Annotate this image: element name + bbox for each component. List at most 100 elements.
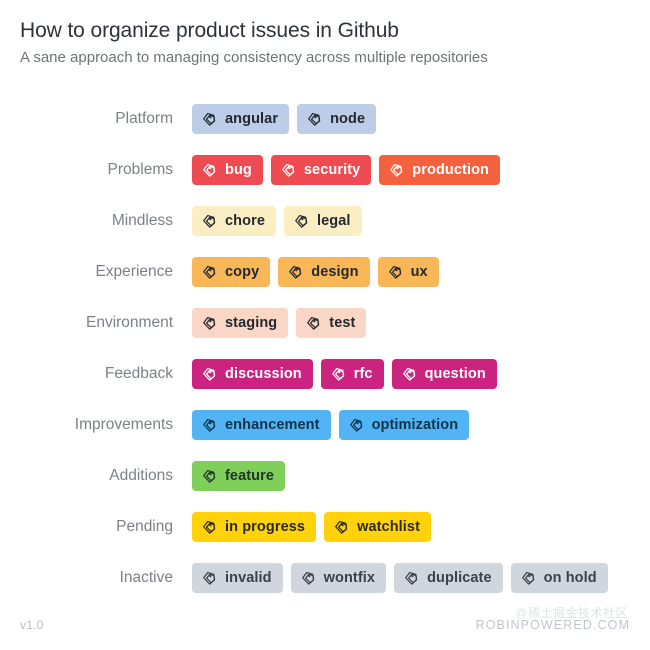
tags-icon (201, 213, 218, 230)
tag-chip-bug[interactable]: bug (192, 155, 263, 186)
tag-list: in progress watchlist (192, 512, 439, 543)
version-text: v1.0 (20, 618, 44, 632)
group-label-mindless: Mindless (111, 212, 173, 230)
tag-chip-copy[interactable]: copy (192, 257, 271, 288)
tag-chip-on-hold[interactable]: on hold (510, 563, 608, 594)
tag-list: invalid wontfix duplicate on hold (192, 563, 616, 594)
label-group-row: Inactive invalid wontfix duplicate on ho… (20, 553, 630, 604)
tag-label: security (303, 162, 361, 178)
tags-icon (403, 570, 420, 587)
tags-icon (401, 366, 418, 383)
tags-icon (388, 162, 405, 179)
tags-icon (287, 264, 304, 281)
tag-chip-watchlist[interactable]: watchlist (324, 512, 432, 543)
tags-icon (201, 519, 218, 536)
tag-label: angular (225, 111, 279, 127)
tag-chip-discussion[interactable]: discussion (192, 359, 313, 390)
tag-label: on hold (543, 570, 597, 586)
tag-chip-rfc[interactable]: rfc (320, 359, 384, 390)
tag-chip-invalid[interactable]: invalid (192, 563, 283, 594)
tags-icon (306, 111, 323, 128)
tag-chip-duplicate[interactable]: duplicate (394, 563, 503, 594)
tag-chip-optimization[interactable]: optimization (338, 410, 470, 441)
group-label-feedback: Feedback (104, 365, 173, 383)
tag-label: wontfix (323, 570, 376, 586)
page-title: How to organize product issues in Github (20, 19, 399, 42)
tag-chip-angular[interactable]: angular (192, 104, 290, 135)
label-group-row: Pending in progress watchlist (20, 502, 630, 553)
label-group-row: Additions feature (20, 451, 630, 502)
tag-chip-node[interactable]: node (297, 104, 377, 135)
tag-chip-question[interactable]: question (391, 359, 497, 390)
tag-list: discussion rfc question (192, 359, 505, 390)
group-label-pending: Pending (116, 518, 173, 536)
tag-list: chore legal (192, 206, 370, 237)
group-label-improvements: Improvements (74, 416, 173, 434)
footer: v1.0 @稀土掘金技术社区 ROBINPOWERED.COM (20, 606, 630, 632)
tag-chip-design[interactable]: design (278, 257, 370, 288)
tag-list: angular node (192, 104, 384, 135)
group-label-platform: Platform (115, 110, 173, 128)
tag-chip-chore[interactable]: chore (192, 206, 276, 237)
tag-chip-staging[interactable]: staging (192, 308, 289, 339)
tag-label: node (330, 111, 366, 127)
tag-chip-security[interactable]: security (270, 155, 372, 186)
tag-label: ux (410, 264, 428, 280)
tag-label: design (311, 264, 359, 280)
tag-chip-in-progress[interactable]: in progress (192, 512, 317, 543)
tags-icon (305, 315, 322, 332)
label-group-row: Experience copy design ux (20, 247, 630, 298)
label-group-row: Mindless chore legal (20, 196, 630, 247)
tag-label: chore (225, 213, 265, 229)
label-group-row: Problems bug security production (20, 145, 630, 196)
tag-label: rfc (353, 366, 373, 382)
header: How to organize product issues in Github… (20, 18, 630, 68)
tag-label: discussion (225, 366, 302, 382)
tag-label: bug (225, 162, 252, 178)
tag-list: copy design ux (192, 257, 447, 288)
tag-label: feature (225, 468, 275, 484)
label-group-row: Feedback discussion rfc question (20, 349, 630, 400)
tags-icon (201, 417, 218, 434)
group-label-inactive: Inactive (119, 569, 173, 587)
tag-label: duplicate (427, 570, 492, 586)
tag-chip-feature[interactable]: feature (192, 461, 286, 492)
tag-label: invalid (225, 570, 272, 586)
tag-label: question (424, 366, 486, 382)
tags-icon (387, 264, 404, 281)
tag-label: test (329, 315, 356, 331)
tags-icon (280, 162, 297, 179)
tag-label: watchlist (357, 519, 421, 535)
tag-chip-enhancement[interactable]: enhancement (192, 410, 331, 441)
brand-block: @稀土掘金技术社区 ROBINPOWERED.COM (476, 606, 630, 632)
tags-icon (348, 417, 365, 434)
label-group-row: Environment staging test (20, 298, 630, 349)
tags-icon (520, 570, 537, 587)
tags-icon (201, 162, 218, 179)
tags-icon (201, 264, 218, 281)
tags-icon (333, 519, 350, 536)
tag-list: feature (192, 461, 293, 492)
tags-icon (293, 213, 310, 230)
tags-icon (300, 570, 317, 587)
tag-chip-test[interactable]: test (296, 308, 367, 339)
group-label-experience: Experience (95, 263, 173, 281)
tags-icon (201, 366, 218, 383)
label-groups-list: Platform angular node Problems bug securi… (20, 94, 630, 604)
label-group-row: Platform angular node (20, 94, 630, 145)
page-subtitle: A sane approach to managing consistency … (20, 49, 488, 67)
tag-chip-ux[interactable]: ux (377, 257, 439, 288)
tag-label: copy (225, 264, 260, 280)
poster-canvas: How to organize product issues in Github… (0, 0, 650, 650)
tag-chip-production[interactable]: production (379, 155, 501, 186)
tag-label: production (412, 162, 490, 178)
tags-icon (201, 570, 218, 587)
tag-chip-wontfix[interactable]: wontfix (290, 563, 387, 594)
group-label-additions: Additions (109, 467, 173, 485)
tags-icon (201, 111, 218, 128)
tag-list: enhancement optimization (192, 410, 477, 441)
group-label-problems: Problems (107, 161, 173, 179)
tag-label: enhancement (225, 417, 320, 433)
tag-chip-legal[interactable]: legal (284, 206, 362, 237)
tag-label: legal (317, 213, 351, 229)
